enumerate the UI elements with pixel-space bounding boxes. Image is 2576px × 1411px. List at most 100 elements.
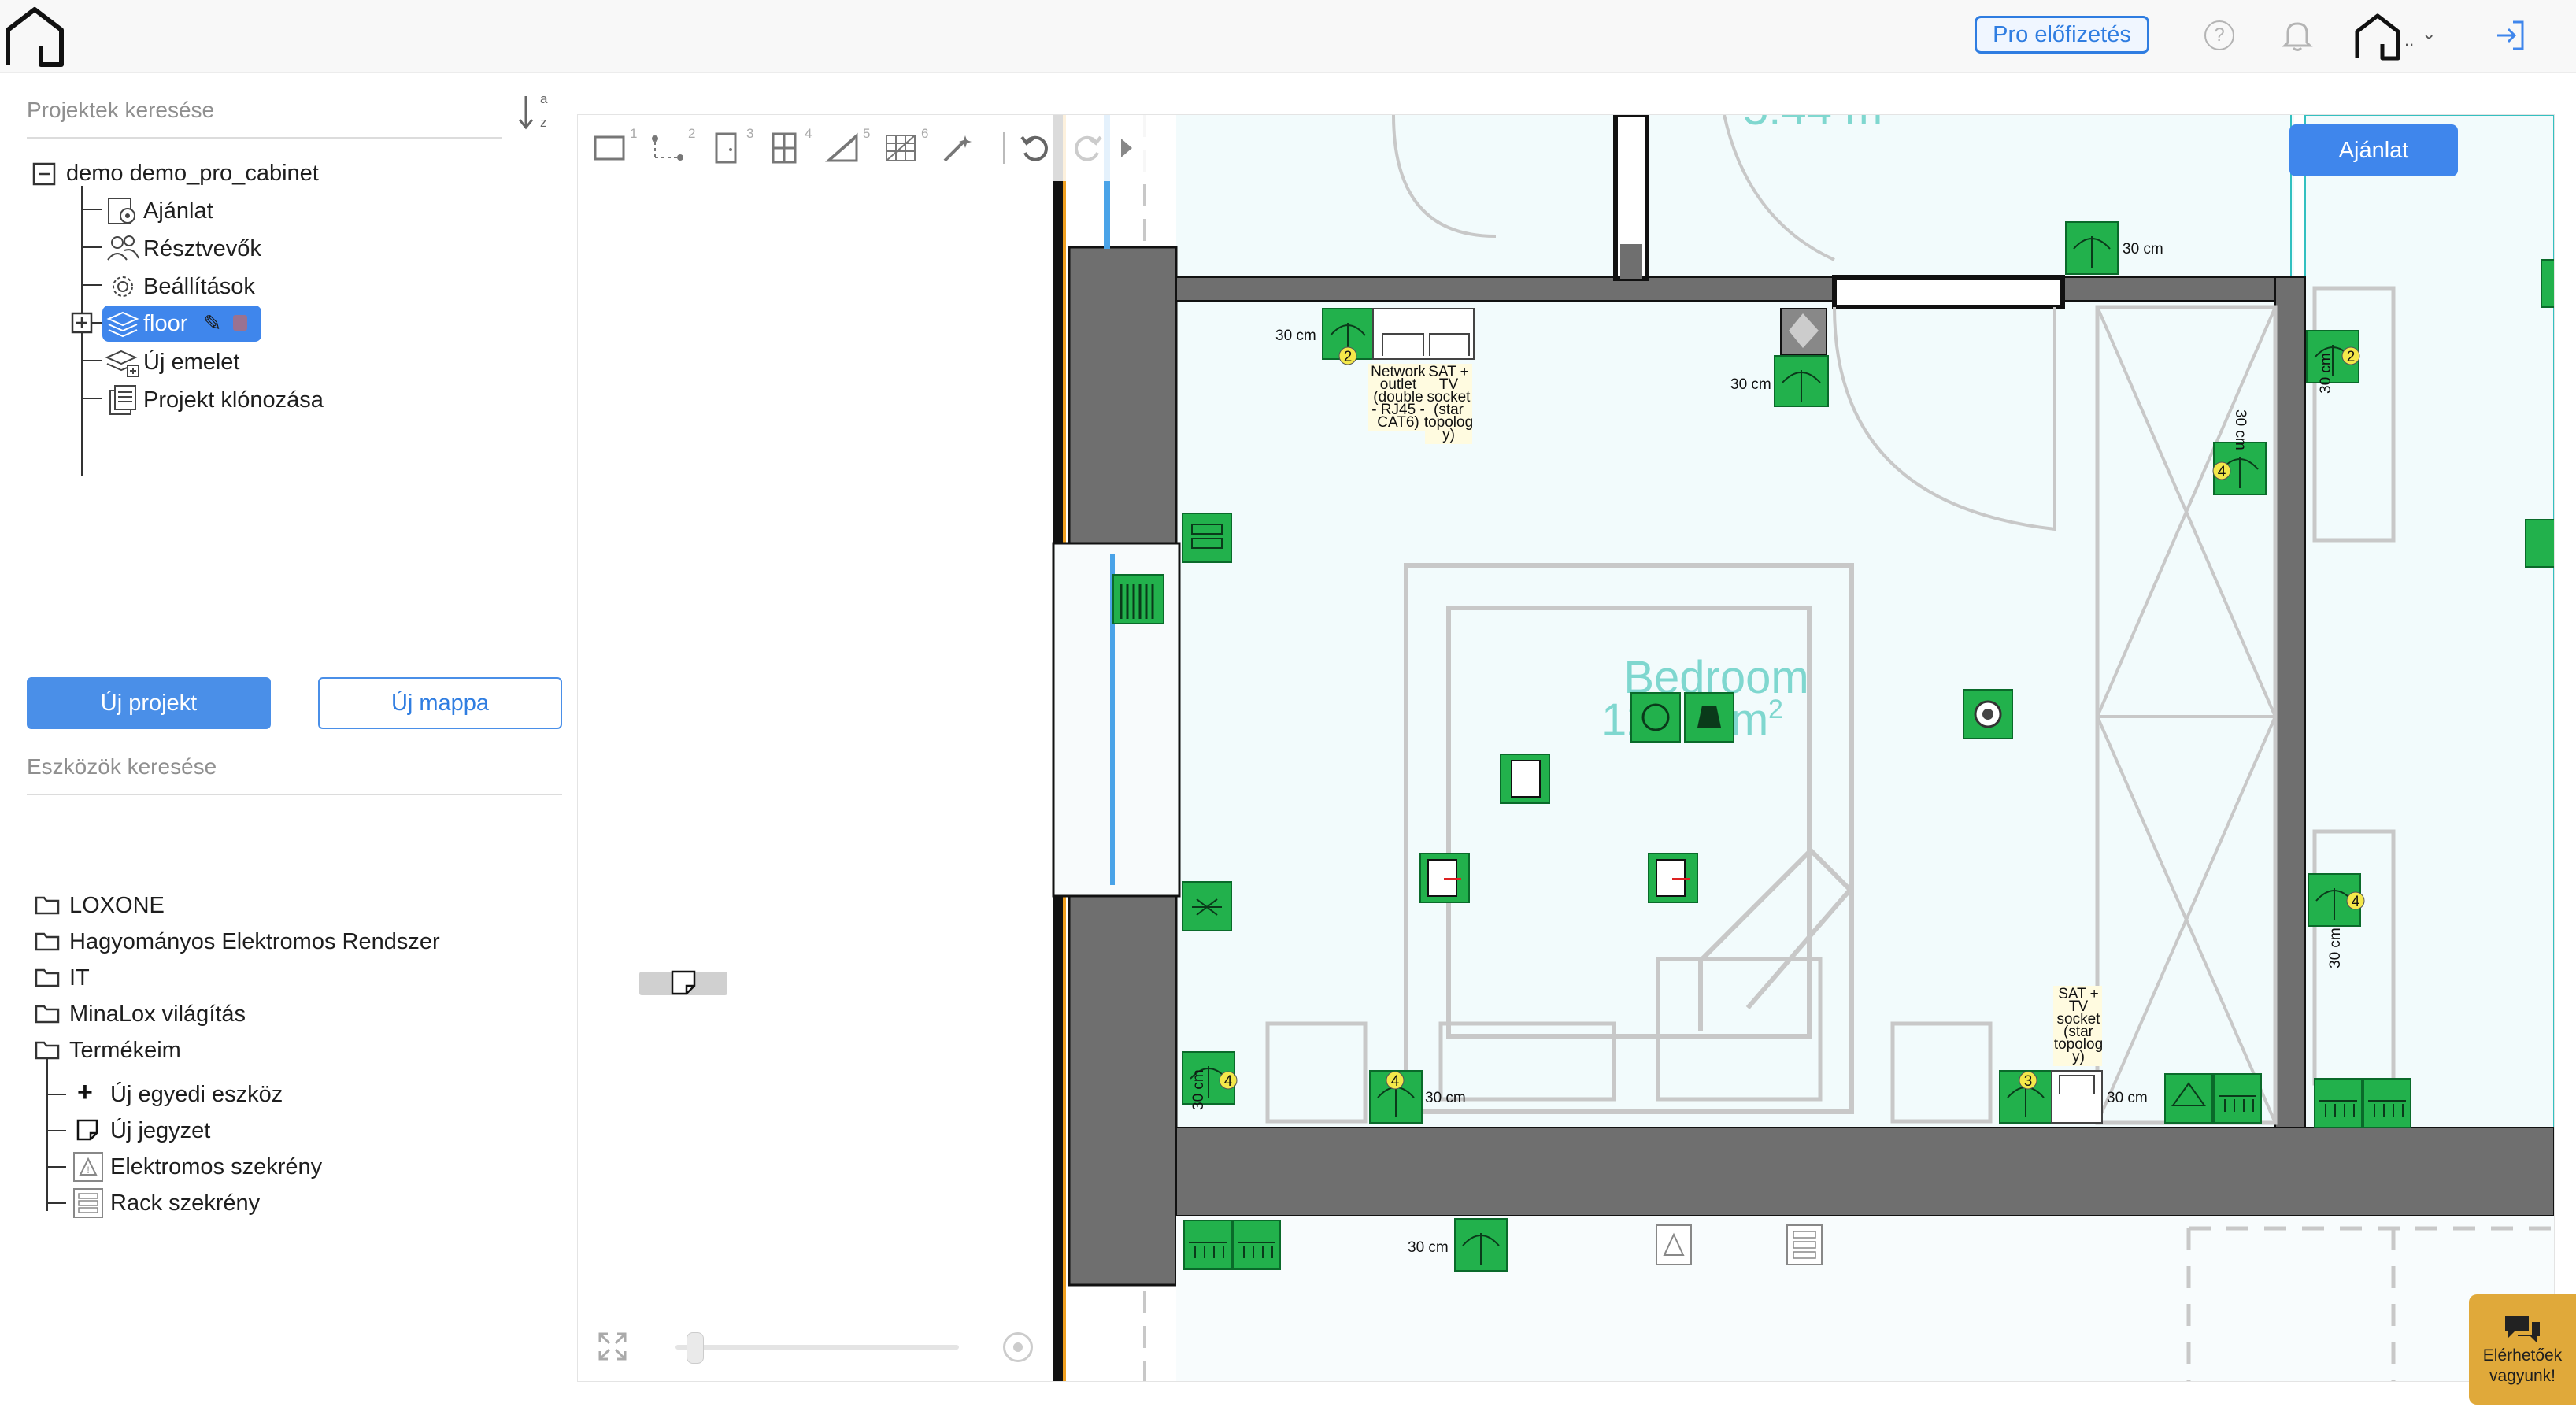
rack-cabinet-device[interactable] xyxy=(1786,1224,1823,1265)
smoke-detector-device[interactable] xyxy=(1630,692,1681,743)
partial-device[interactable] xyxy=(2541,259,2554,308)
note-icon xyxy=(76,1119,98,1141)
chat-widget[interactable]: Elérhetőek vagyunk! xyxy=(2469,1294,2576,1405)
user-name: .. xyxy=(2404,30,2415,50)
svg-text:4: 4 xyxy=(1391,1073,1400,1090)
offer-button[interactable]: Ajánlat xyxy=(2289,124,2458,176)
project-search-input[interactable]: Projektek keresése xyxy=(27,98,499,123)
tool-number: 3 xyxy=(746,126,754,141)
door-tool[interactable]: 3 xyxy=(702,126,753,170)
measure-tool[interactable]: 5 xyxy=(819,126,870,170)
blind-control-device[interactable] xyxy=(2164,1073,2213,1124)
device-search-underline xyxy=(27,794,562,795)
door-sensor-device[interactable] xyxy=(1500,754,1550,804)
led-strip-device[interactable] xyxy=(1232,1220,1281,1270)
offer-icon xyxy=(108,198,135,224)
fullscreen-icon[interactable] xyxy=(597,1331,628,1362)
recenter-icon[interactable] xyxy=(1003,1332,1033,1362)
child-label: Új egyedi eszköz xyxy=(110,1082,283,1107)
speaker-device[interactable] xyxy=(1963,689,2013,739)
tool-number: 1 xyxy=(630,126,638,141)
chat-icon xyxy=(2505,1316,2540,1342)
annotation-sat-tv-top: SAT + TV socket (star topolog y) xyxy=(1424,364,1473,444)
child-label: Új jegyzet xyxy=(110,1118,211,1143)
notification-bell-icon[interactable] xyxy=(2282,19,2313,52)
wall-bottom xyxy=(1175,1127,2554,1217)
rack-cabinet[interactable]: Rack szekrény xyxy=(72,1186,545,1220)
door-sensor-device[interactable] xyxy=(1419,853,1470,903)
tree-item-floor[interactable]: floor ✎ xyxy=(102,306,261,342)
chat-line-2: vagyunk! xyxy=(2489,1367,2556,1385)
help-icon[interactable]: ? xyxy=(2204,20,2234,50)
room-right-floor xyxy=(2304,115,2554,1128)
radiator-device[interactable] xyxy=(1112,574,1164,624)
sort-az-icon[interactable]: a z xyxy=(516,91,553,135)
dim-label: 30 cm xyxy=(1275,328,1316,344)
tree-item-offer[interactable]: Ajánlat xyxy=(105,194,342,228)
folder-loxone[interactable]: LOXONE xyxy=(35,890,507,921)
folder-my-products[interactable]: Termékeim xyxy=(35,1035,507,1066)
new-floor-icon xyxy=(105,350,139,377)
child-label: Elektromos szekrény xyxy=(110,1154,323,1180)
floor-plan[interactable]: Bedroom 12 m 2 5.44 m 2 Network outlet (… xyxy=(578,115,2554,1381)
folder-minalox-lighting[interactable]: MinaLox világítás xyxy=(35,998,507,1030)
room-area-exponent: 2 xyxy=(1768,694,1783,724)
app-logo-icon[interactable] xyxy=(3,5,66,68)
lamp-device[interactable] xyxy=(1684,692,1734,743)
zoom-slider-handle[interactable] xyxy=(687,1332,704,1364)
zoom-slider[interactable] xyxy=(675,1332,959,1364)
door-sensor-device[interactable] xyxy=(1648,853,1698,903)
draw-room-tool[interactable]: 1 xyxy=(586,126,637,170)
tree-item-new-floor[interactable]: Új emelet xyxy=(105,345,342,380)
new-project-button[interactable]: Új projekt xyxy=(27,677,271,729)
folder-traditional-electrical[interactable]: Hagyományos Elektromos Rendszer xyxy=(35,926,523,957)
window-tool[interactable]: 4 xyxy=(761,126,812,170)
socket-device[interactable] xyxy=(1774,355,1829,407)
tree-item-participants[interactable]: Résztvevők xyxy=(105,231,342,266)
edit-pencil-icon[interactable]: ✎ xyxy=(203,310,221,336)
layers-icon xyxy=(106,311,139,338)
folder-it[interactable]: IT xyxy=(35,962,507,994)
tree-item-label: Beállítások xyxy=(143,274,255,299)
new-folder-button[interactable]: Új mappa xyxy=(318,677,562,729)
device-search-input[interactable]: Eszközök keresése xyxy=(27,754,546,780)
new-note[interactable]: Új jegyzet xyxy=(72,1113,545,1148)
floor-plan-canvas[interactable]: Bedroom 12 m 2 5.44 m 2 Network outlet (… xyxy=(578,115,2554,1381)
project-root[interactable]: demo demo_pro_cabinet xyxy=(66,161,319,187)
led-strip-device[interactable] xyxy=(2314,1078,2363,1128)
plus-icon: + xyxy=(77,1077,93,1107)
svg-text:4: 4 xyxy=(1224,1073,1233,1090)
cable-tool[interactable]: 6 xyxy=(877,126,928,170)
toolbar-expand-icon[interactable] xyxy=(1121,139,1132,157)
tree-item-clone-project[interactable]: Projekt klónozása xyxy=(105,383,373,417)
logout-icon[interactable] xyxy=(2494,19,2527,52)
pro-subscription-button[interactable]: Pro előfizetés xyxy=(1975,16,2149,54)
partial-device[interactable] xyxy=(2525,519,2554,568)
socket-device[interactable] xyxy=(2065,221,2119,275)
window-top xyxy=(1832,275,2065,309)
switch-device[interactable] xyxy=(1780,308,1827,355)
electrical-cabinet[interactable]: ! Elektromos szekrény xyxy=(72,1150,545,1184)
undo-icon[interactable] xyxy=(1012,126,1057,170)
new-custom-device[interactable]: + Új egyedi eszköz xyxy=(72,1077,545,1112)
svg-text:y): y) xyxy=(2072,1049,2085,1065)
note-marker[interactable] xyxy=(639,970,727,995)
folder-icon xyxy=(35,968,60,987)
delete-icon[interactable] xyxy=(233,315,247,331)
network-switch-device[interactable] xyxy=(1182,513,1232,563)
ventilation-device[interactable] xyxy=(1182,881,1232,931)
tree-item-settings[interactable]: Beállítások xyxy=(105,269,342,304)
sat-tv-socket-device[interactable] xyxy=(1999,1070,2103,1124)
redo-icon[interactable] xyxy=(1066,126,1110,170)
socket-device[interactable] xyxy=(1454,1218,1508,1272)
magic-wand-icon[interactable] xyxy=(934,126,981,170)
user-menu[interactable]: .. ⌄ xyxy=(2352,8,2447,63)
electrical-cabinet-device[interactable] xyxy=(1656,1224,1692,1265)
led-strip-device[interactable] xyxy=(2213,1073,2262,1124)
folder-label: IT xyxy=(69,965,90,991)
led-strip-device[interactable] xyxy=(2363,1078,2411,1128)
draw-wall-tool[interactable]: 2 xyxy=(644,126,695,170)
led-strip-device[interactable] xyxy=(1183,1220,1232,1270)
project-tree: demo demo_pro_cabinet Ajánlat Résztvevők… xyxy=(0,154,567,501)
dim-label: 30 cm xyxy=(2107,1090,2148,1106)
